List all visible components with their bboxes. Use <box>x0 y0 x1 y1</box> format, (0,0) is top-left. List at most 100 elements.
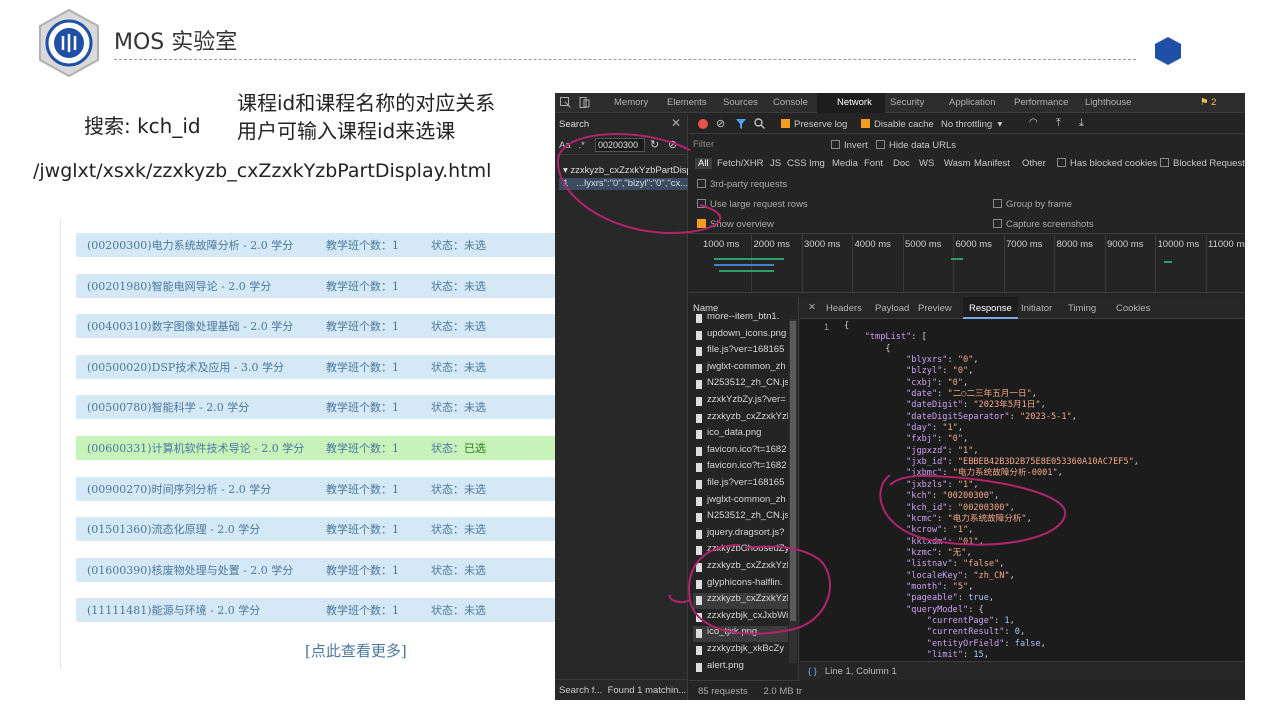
tab-lighthouse[interactable]: Lighthouse <box>1085 97 1131 108</box>
type-filter-all[interactable]: All <box>695 158 712 169</box>
detail-tab-response[interactable]: Response <box>963 297 1018 319</box>
tab-console[interactable]: Console <box>773 97 808 108</box>
wifi-icon[interactable]: ◠ <box>1029 117 1038 128</box>
course-row[interactable]: (01600390)核废物处理与处置 - 2.0 学分 教学班个数：1 状态：未选 <box>76 557 636 582</box>
tab-sources[interactable]: Sources <box>723 97 758 108</box>
hide-data-urls-checkbox[interactable]: Hide data URLs <box>876 140 956 151</box>
type-filter-ws[interactable]: WS <box>919 158 934 169</box>
type-filter-manifest[interactable]: Manifest <box>974 158 1010 169</box>
request-list-scrollbar[interactable] <box>789 319 797 663</box>
scrollbar-thumb[interactable] <box>790 321 796 621</box>
group-by-frame-checkbox[interactable]: Group by frame <box>993 199 1072 210</box>
detail-tab-preview[interactable]: Preview <box>918 303 952 314</box>
upload-icon[interactable]: ⤒ <box>1056 117 1061 130</box>
close-icon[interactable]: ✕ <box>808 302 816 313</box>
type-filter-img[interactable]: Img <box>809 158 825 169</box>
request-item[interactable]: glyphicons-halflin. <box>693 577 788 593</box>
has-blocked-cookies-checkbox[interactable]: Has blocked cookies <box>1057 158 1157 169</box>
detail-tab-initiator[interactable]: Initiator <box>1021 303 1052 314</box>
capture-screenshots-checkbox[interactable]: Capture screenshots <box>993 219 1094 230</box>
request-item[interactable]: zzxkyzb_cxZzxkYzb <box>693 593 788 610</box>
course-row[interactable]: (11111481)能源与环境 - 2.0 学分 教学班个数：1 状态：未选 <box>76 598 636 623</box>
type-filter-font[interactable]: Font <box>864 158 883 169</box>
show-overview-checkbox[interactable]: Show overview <box>697 219 774 230</box>
type-filter-wasm[interactable]: Wasm <box>944 158 971 169</box>
request-item[interactable]: favicon.ico?t=1682 <box>693 444 788 460</box>
response-body[interactable]: { "tmpList": [ { "blyxrs": "0", "blzyl":… <box>844 321 1244 676</box>
clear-log-icon[interactable]: ⊘ <box>716 117 725 130</box>
request-item[interactable]: ico_data.png <box>693 427 788 443</box>
course-row[interactable]: (00201980)智能电网导论 - 2.0 学分 教学班个数：1 状态：未选 <box>76 273 636 298</box>
request-item[interactable]: N253512_zh_CN.js <box>693 377 788 393</box>
search-input[interactable]: 00200300 <box>595 138 645 152</box>
type-filter-js[interactable]: JS <box>770 158 781 169</box>
request-item[interactable]: zzxkyzbjk_cxJxbWi <box>693 610 788 626</box>
record-icon[interactable] <box>698 119 708 129</box>
blocked-requests-checkbox[interactable]: Blocked Requests <box>1160 158 1245 169</box>
request-item[interactable]: ico_tjxk.png <box>693 626 788 643</box>
disable-cache-checkbox[interactable]: Disable cache <box>861 119 934 130</box>
request-item[interactable]: jwglxt-common_zh <box>693 494 788 510</box>
course-row[interactable]: (00600331)计算机软件技术导论 - 2.0 学分 教学班个数：1 状态：已选 <box>76 436 636 460</box>
request-item[interactable]: alert.png <box>693 660 788 676</box>
throttling-select[interactable]: No throttling ▾ <box>941 119 1002 130</box>
search-icon[interactable] <box>754 118 765 129</box>
tab-memory[interactable]: Memory <box>614 97 648 108</box>
warning-badge[interactable]: ⚑ 2 <box>1200 97 1216 108</box>
timeline-tick-label: 3000 ms <box>804 239 841 250</box>
type-filter-fetchxhr[interactable]: Fetch/XHR <box>717 158 763 169</box>
checkbox-icon <box>697 199 706 208</box>
detail-tab-timing[interactable]: Timing <box>1068 303 1096 314</box>
large-rows-checkbox[interactable]: Use large request rows <box>697 199 808 210</box>
request-item[interactable]: file.js?ver=168165 <box>693 344 788 360</box>
type-filter-media[interactable]: Media <box>832 158 858 169</box>
invert-checkbox[interactable]: Invert <box>831 140 868 151</box>
network-timeline[interactable]: 1000 ms 2000 ms 3000 ms 4000 ms 5000 ms 6000 … <box>689 233 1245 294</box>
inspect-icon[interactable] <box>560 97 571 108</box>
request-item[interactable]: more--item_btn1. <box>693 311 788 327</box>
request-item[interactable]: N253512_zh_CN.js <box>693 510 788 526</box>
course-row[interactable]: (00400310)数字图像处理基础 - 2.0 学分 教学班个数：1 状态：未选 <box>76 314 636 339</box>
course-row[interactable]: (00500780)智能科学 - 2.0 学分 教学班个数：1 状态：未选 <box>76 395 636 420</box>
course-row[interactable]: (00200300)电力系统故障分析 - 2.0 学分 教学班个数：1 状态：未选 <box>76 233 636 257</box>
pretty-print-icon[interactable]: { } <box>808 666 817 677</box>
download-icon[interactable]: ⤓ <box>1079 117 1084 130</box>
device-toggle-icon[interactable] <box>579 97 590 108</box>
request-item[interactable]: zzxkyzbChoosedZy <box>693 543 788 559</box>
request-item[interactable]: updown_icons.png <box>693 328 788 344</box>
type-filter-doc[interactable]: Doc <box>893 158 910 169</box>
clear-icon[interactable]: ⊘ <box>668 138 677 151</box>
request-item[interactable]: jwglxt-common_zh <box>693 361 788 377</box>
third-party-checkbox[interactable]: 3rd-party requests <box>697 179 787 190</box>
detail-tab-payload[interactable]: Payload <box>875 303 909 314</box>
search-result-line[interactable]: 1 ...lyxrs":"0","blzyl":"0","cx... <box>559 178 688 190</box>
request-item[interactable]: jquery.dragsort.js? <box>693 527 788 543</box>
type-filter-css[interactable]: CSS <box>787 158 807 169</box>
close-icon[interactable]: ✕ <box>671 116 681 130</box>
request-item[interactable]: zzxkyzbjk_xkBcZy <box>693 643 788 659</box>
detail-tab-cookies[interactable]: Cookies <box>1116 303 1150 314</box>
tab-elements[interactable]: Elements <box>667 97 707 108</box>
refresh-icon[interactable]: ↻ <box>650 138 659 151</box>
request-item[interactable]: zzxkYzbZy.js?ver= <box>693 394 788 410</box>
match-case-toggle[interactable]: Aa .* <box>559 140 585 151</box>
tab-performance[interactable]: Performance <box>1014 97 1068 108</box>
type-filter-other[interactable]: Other <box>1022 158 1046 169</box>
request-item[interactable]: zzxkyzb_cxZzxkYzb <box>693 411 788 427</box>
course-row[interactable]: (00900270)时间序列分析 - 2.0 学分 教学班个数：1 状态：未选 <box>76 476 636 501</box>
detail-tab-headers[interactable]: Headers <box>826 303 862 314</box>
more-link[interactable]: [点此查看更多] <box>305 640 407 661</box>
filter-input[interactable]: Filter <box>693 139 813 150</box>
course-row[interactable]: (00500020)DSP技术及应用 - 3.0 学分 教学班个数：1 状态：未选 <box>76 354 636 379</box>
course-status: 状态：未选 <box>431 399 486 415</box>
tab-network[interactable]: Network <box>837 97 872 108</box>
filter-icon[interactable] <box>736 119 746 129</box>
request-item[interactable]: zzxkyzb_cxZzxkYzb <box>693 560 788 576</box>
search-result-file[interactable]: ▾ zzxkyzb_cxZzxkYzbPartDispl... <box>563 165 688 176</box>
request-item[interactable]: file.js?ver=168165 <box>693 477 788 493</box>
course-row[interactable]: (01501360)流态化原理 - 2.0 学分 教学班个数：1 状态：未选 <box>76 517 636 542</box>
request-item[interactable]: favicon.ico?t=1682 <box>693 460 788 476</box>
tab-application[interactable]: Application <box>949 97 995 108</box>
preserve-log-checkbox[interactable]: Preserve log <box>781 119 847 130</box>
tab-security[interactable]: Security <box>890 97 924 108</box>
